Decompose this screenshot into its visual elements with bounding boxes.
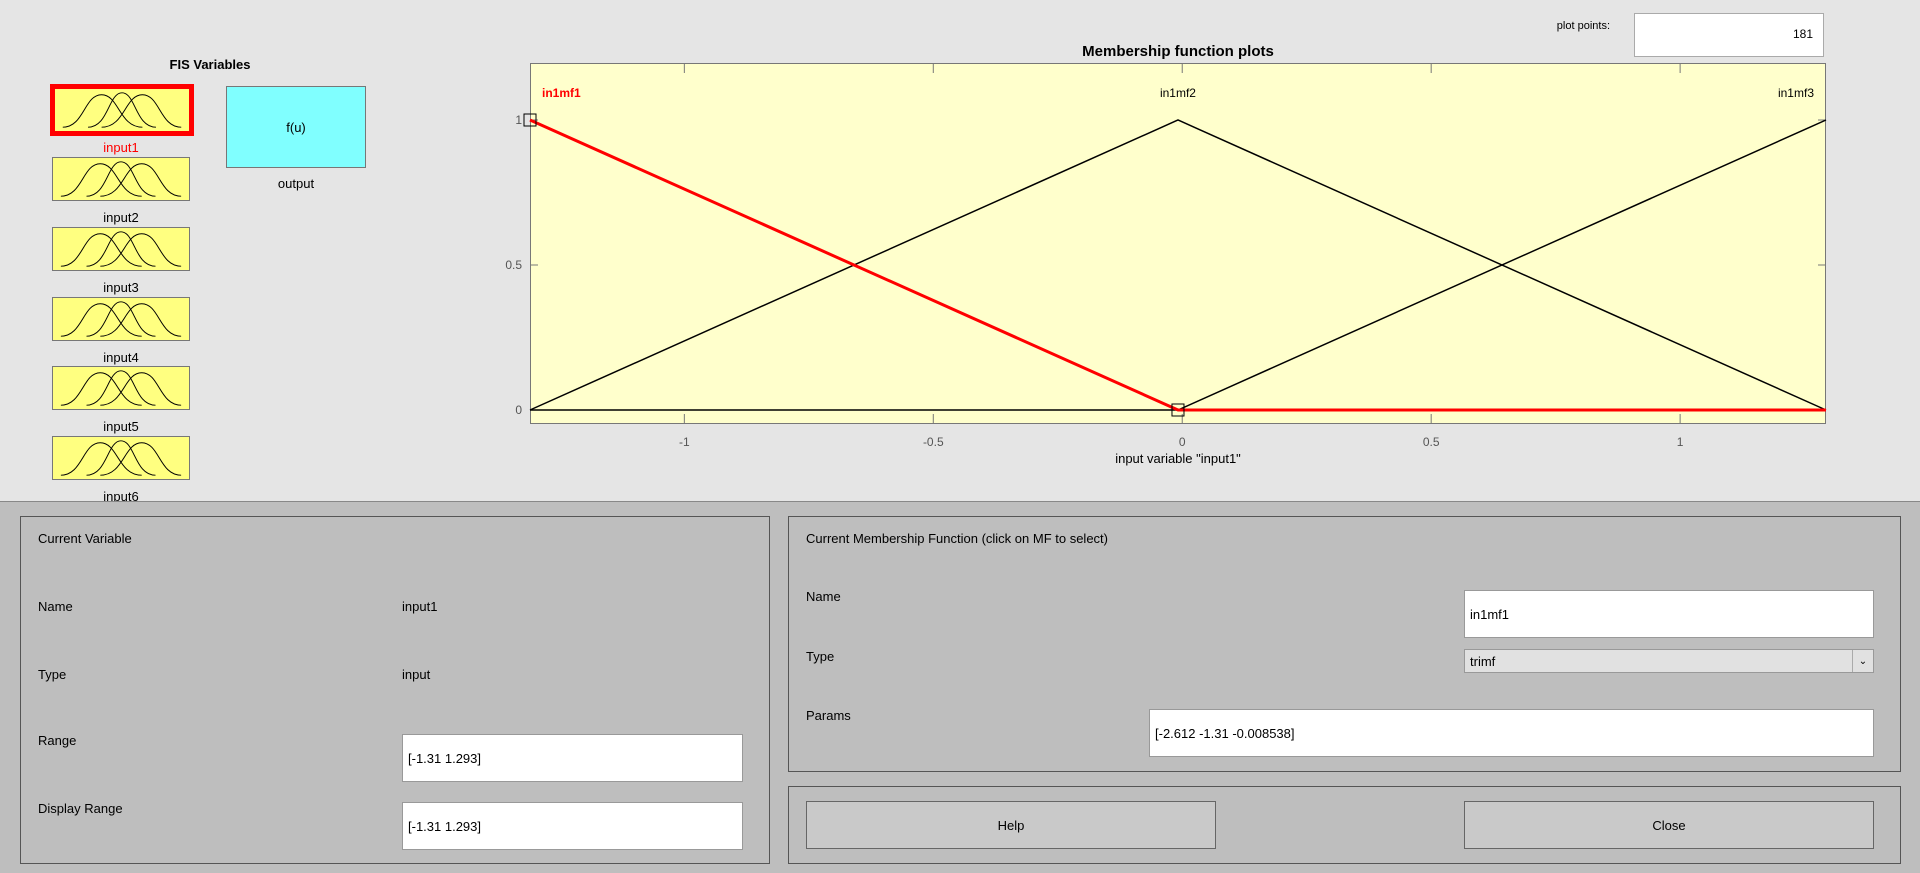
mf-thumbnail-icon <box>60 370 182 406</box>
mf-label-in1mf3: in1mf3 <box>1778 86 1814 100</box>
mf-curve-in1mf2 <box>529 119 1827 411</box>
y-tick-label: 0.5 <box>505 258 522 272</box>
variable-type-label: Type <box>38 667 67 682</box>
button-group: Help Close <box>788 786 1901 864</box>
mf-type-label: Type <box>806 649 835 664</box>
display-range-label: Display Range <box>38 801 123 816</box>
range-input[interactable]: [-1.31 1.293] <box>402 734 743 782</box>
chart-title: Membership function plots <box>1082 43 1274 60</box>
input-variable-box-input5[interactable] <box>52 366 190 410</box>
mf-type-select[interactable]: trimf ⌄ <box>1464 649 1874 673</box>
output-variable-box[interactable]: f(u) <box>226 86 366 168</box>
variable-name-value: input1 <box>402 599 438 614</box>
mf-params-input[interactable]: [-2.612 -1.31 -0.008538] <box>1149 709 1874 757</box>
input-variable-label-input2: input2 <box>103 210 139 225</box>
mf-thumbnail-icon <box>60 231 182 267</box>
output-box-text: f(u) <box>286 119 306 135</box>
input-variable-label-input1: input1 <box>103 140 139 155</box>
mf-params-label: Params <box>806 708 851 723</box>
input-variable-box-input2[interactable] <box>52 157 190 201</box>
input-variable-box-input1[interactable] <box>50 84 194 136</box>
range-label: Range <box>38 733 77 748</box>
current-variable-group: Current Variable Name input1 Type input … <box>20 516 770 864</box>
mf-curve-in1mf1 <box>529 118 1826 412</box>
mf-thumbnail-icon <box>60 440 182 476</box>
x-tick-label: 1 <box>1677 435 1684 449</box>
variable-name-label: Name <box>38 599 73 614</box>
input-variable-box-input4[interactable] <box>52 297 190 341</box>
mf-label-in1mf2: in1mf2 <box>1160 86 1196 100</box>
input-variable-label-input4: input4 <box>103 350 139 365</box>
x-tick-label: 0.5 <box>1423 435 1440 449</box>
mf-thumbnail-icon <box>60 301 182 337</box>
fis-variables-title: FIS Variables <box>169 57 251 72</box>
close-button[interactable]: Close <box>1464 801 1874 849</box>
current-variable-title: Current Variable <box>38 531 132 546</box>
input-variable-box-input3[interactable] <box>52 227 190 271</box>
x-tick-label: -1 <box>679 435 690 449</box>
x-tick-label: -0.5 <box>923 435 944 449</box>
current-mf-title: Current Membership Function (click on MF… <box>806 531 1108 546</box>
y-tick-label: 0 <box>515 403 522 417</box>
chevron-down-icon[interactable]: ⌄ <box>1852 650 1873 672</box>
mf-thumbnail-icon <box>62 92 182 128</box>
mf-label-in1mf1: in1mf1 <box>542 86 581 100</box>
x-tick-label: 0 <box>1179 435 1186 449</box>
variable-type-value: input <box>402 667 431 682</box>
display-range-input[interactable]: [-1.31 1.293] <box>402 802 743 850</box>
membership-function-chart[interactable]: -1 -0.5 0 0.5 1 0 0.5 1 in1mf2 in1mf3 in1mf1 <box>490 60 1850 480</box>
input-variable-box-input6[interactable] <box>52 436 190 480</box>
mf-name-input[interactable]: in1mf1 <box>1464 590 1874 638</box>
mf-name-label: Name <box>806 589 841 604</box>
plot-points-label: plot points: <box>1556 20 1610 32</box>
x-axis-label: input variable "input1" <box>1115 451 1241 466</box>
input-variable-label-input3: input3 <box>103 280 139 295</box>
current-mf-group: Current Membership Function (click on MF… <box>788 516 1901 772</box>
output-variable-label: output <box>277 176 315 191</box>
input-variable-label-input5: input5 <box>103 419 139 434</box>
mf-type-value: trimf <box>1470 653 1496 669</box>
help-button[interactable]: Help <box>806 801 1216 849</box>
y-tick-label: 1 <box>515 113 522 127</box>
mf-curve-in1mf3 <box>530 119 1827 411</box>
mf-thumbnail-icon <box>60 161 182 197</box>
